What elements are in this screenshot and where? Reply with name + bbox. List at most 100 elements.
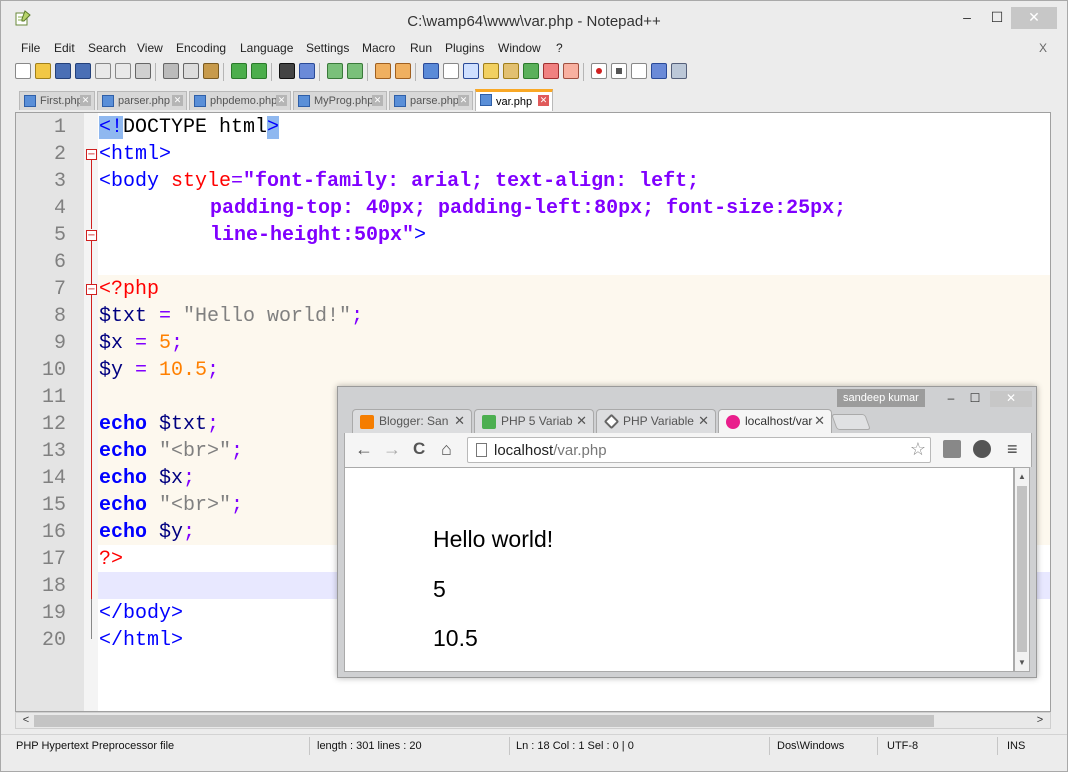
reload-icon[interactable]: C bbox=[413, 439, 425, 459]
new-tab-button[interactable] bbox=[831, 414, 871, 430]
menu-language[interactable]: Language bbox=[240, 41, 293, 55]
close-all-icon[interactable] bbox=[115, 63, 131, 79]
fold-toggle[interactable]: − bbox=[86, 284, 97, 295]
scroll-up-icon[interactable]: ▲ bbox=[1018, 472, 1026, 481]
tab-myprog-php[interactable]: MyProg.php ✕ bbox=[293, 91, 387, 110]
browser-tab-localhost[interactable]: localhost/var ✕ bbox=[718, 409, 832, 433]
code-line-19: </body> bbox=[99, 602, 183, 625]
close-button[interactable]: ✕ bbox=[1011, 7, 1057, 29]
tab-phpdemo-php[interactable]: phpdemo.php ✕ bbox=[189, 91, 291, 110]
code-token: "<br>" bbox=[147, 494, 232, 517]
zoom-out-icon[interactable] bbox=[347, 63, 363, 79]
forward-icon[interactable]: → bbox=[383, 439, 401, 460]
menu-view[interactable]: View bbox=[137, 41, 163, 55]
save-macro-icon[interactable] bbox=[671, 63, 687, 79]
new-file-icon[interactable] bbox=[15, 63, 31, 79]
close-file-icon[interactable] bbox=[95, 63, 111, 79]
horizontal-scrollbar[interactable]: < > bbox=[15, 712, 1051, 729]
tab-close-icon[interactable]: ✕ bbox=[458, 95, 469, 106]
function-list-icon[interactable] bbox=[523, 63, 539, 79]
copy-icon[interactable] bbox=[183, 63, 199, 79]
home-icon[interactable]: ⌂ bbox=[441, 439, 452, 460]
menu-window[interactable]: Window bbox=[498, 41, 541, 55]
tab-close-icon[interactable]: ✕ bbox=[576, 410, 587, 432]
browser-vertical-scrollbar[interactable]: ▲ ▼ bbox=[1014, 467, 1030, 672]
tab-close-icon[interactable]: ✕ bbox=[372, 95, 383, 106]
scroll-down-icon[interactable]: ▼ bbox=[1018, 658, 1026, 667]
show-all-characters-icon[interactable] bbox=[443, 63, 459, 79]
status-bar: PHP Hypertext Preprocessor file length :… bbox=[1, 734, 1067, 758]
browser-tab-php-variables[interactable]: PHP Variable ✕ bbox=[596, 409, 716, 433]
scroll-left-icon[interactable]: < bbox=[18, 713, 34, 728]
browser-tab-blogger[interactable]: Blogger: San ✕ bbox=[352, 409, 472, 433]
tab-close-icon[interactable]: ✕ bbox=[698, 410, 709, 432]
menu-encoding[interactable]: Encoding bbox=[176, 41, 226, 55]
code-token: 5 bbox=[159, 332, 172, 355]
stop-recording-icon[interactable] bbox=[611, 63, 627, 79]
sync-horizontal-icon[interactable] bbox=[395, 63, 411, 79]
profile-badge[interactable]: sandeep kumar bbox=[837, 389, 925, 407]
tab-close-icon[interactable]: ✕ bbox=[276, 95, 287, 106]
tab-close-icon[interactable]: ✕ bbox=[454, 410, 465, 432]
menu-search[interactable]: Search bbox=[88, 41, 126, 55]
menu-edit[interactable]: Edit bbox=[54, 41, 75, 55]
address-bar[interactable]: localhost/var.php ☆ bbox=[467, 437, 931, 463]
minimize-button[interactable]: – bbox=[953, 7, 981, 29]
back-icon[interactable]: ← bbox=[355, 439, 373, 460]
undo-icon[interactable] bbox=[231, 63, 247, 79]
tab-var-php[interactable]: var.php ✕ bbox=[475, 89, 553, 111]
browser-menu-icon[interactable]: ≡ bbox=[1007, 439, 1018, 460]
print-icon[interactable] bbox=[135, 63, 151, 79]
redo-icon[interactable] bbox=[251, 63, 267, 79]
scroll-right-icon[interactable]: > bbox=[1032, 713, 1048, 728]
save-all-icon[interactable] bbox=[75, 63, 91, 79]
save-icon[interactable] bbox=[55, 63, 71, 79]
language-icon[interactable] bbox=[483, 63, 499, 79]
open-file-icon[interactable] bbox=[35, 63, 51, 79]
menu-file[interactable]: File bbox=[21, 41, 40, 55]
line-number: 16 bbox=[41, 521, 66, 544]
bookmark-star-icon[interactable]: ☆ bbox=[910, 439, 926, 460]
zoom-in-icon[interactable] bbox=[327, 63, 343, 79]
menu-macro[interactable]: Macro bbox=[362, 41, 395, 55]
tab-parse-php[interactable]: parse.php ✕ bbox=[389, 91, 473, 110]
browser-minimize-button[interactable]: – bbox=[942, 391, 960, 407]
replace-icon[interactable] bbox=[299, 63, 315, 79]
browser-tab-php5-variables[interactable]: PHP 5 Variab ✕ bbox=[474, 409, 594, 433]
menu-help[interactable]: ? bbox=[556, 41, 563, 55]
monitoring-icon[interactable] bbox=[563, 63, 579, 79]
tab-first-php[interactable]: First.php ✕ bbox=[19, 91, 95, 110]
tab-close-icon[interactable]: ✕ bbox=[538, 95, 549, 106]
extension-icon[interactable] bbox=[943, 440, 961, 458]
scroll-thumb[interactable] bbox=[34, 715, 934, 727]
menu-settings[interactable]: Settings bbox=[306, 41, 349, 55]
tab-close-icon[interactable]: ✕ bbox=[814, 410, 825, 432]
document-map-icon[interactable] bbox=[503, 63, 519, 79]
tab-parser-php[interactable]: parser.php ✕ bbox=[97, 91, 187, 110]
browser-close-button[interactable]: ✕ bbox=[990, 391, 1032, 407]
paste-icon[interactable] bbox=[203, 63, 219, 79]
word-wrap-icon[interactable] bbox=[423, 63, 439, 79]
tab-close-icon[interactable]: ✕ bbox=[172, 95, 183, 106]
run-macro-multiple-icon[interactable] bbox=[651, 63, 667, 79]
playback-macro-icon[interactable] bbox=[631, 63, 647, 79]
indent-guide-icon[interactable] bbox=[463, 63, 479, 79]
menu-run[interactable]: Run bbox=[410, 41, 432, 55]
maximize-button[interactable]: ☐ bbox=[983, 7, 1011, 29]
extension-pocket-icon[interactable] bbox=[973, 440, 991, 458]
menu-plugins[interactable]: Plugins bbox=[445, 41, 484, 55]
code-token: $x bbox=[99, 332, 124, 355]
folder-workspace-icon[interactable] bbox=[543, 63, 559, 79]
scroll-thumb[interactable] bbox=[1017, 486, 1027, 652]
cut-icon[interactable] bbox=[163, 63, 179, 79]
fold-toggle[interactable]: − bbox=[86, 149, 97, 160]
tab-close-icon[interactable]: ✕ bbox=[80, 95, 91, 106]
record-macro-icon[interactable] bbox=[591, 63, 607, 79]
url-path: /var.php bbox=[553, 442, 607, 459]
browser-maximize-button[interactable]: ☐ bbox=[966, 391, 984, 407]
close-document-button[interactable]: X bbox=[1039, 41, 1047, 55]
sync-vertical-icon[interactable] bbox=[375, 63, 391, 79]
code-token: ; bbox=[231, 494, 244, 517]
fold-toggle[interactable]: − bbox=[86, 230, 97, 241]
find-icon[interactable] bbox=[279, 63, 295, 79]
